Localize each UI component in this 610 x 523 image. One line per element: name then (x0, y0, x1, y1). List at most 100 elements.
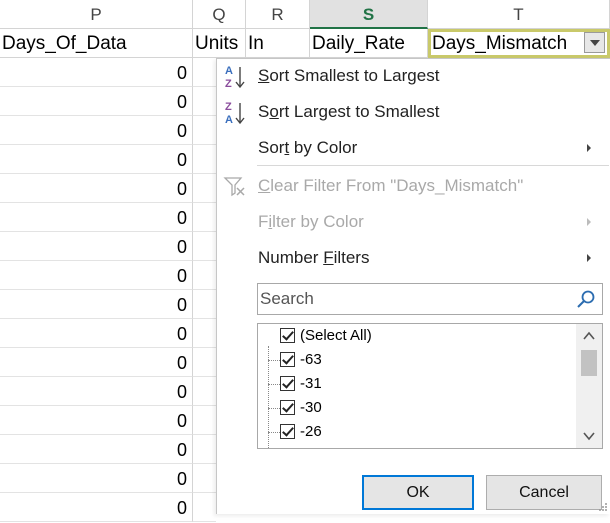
submenu-arrow-icon (587, 144, 591, 152)
checkbox-checked[interactable] (280, 328, 295, 343)
checkbox-checked[interactable] (280, 424, 295, 439)
sort-asc-icon-a: A (225, 65, 233, 77)
cell-header-days-of-data[interactable]: Days_Of_Data (0, 29, 193, 58)
table-row: 0 (0, 58, 216, 87)
checkbox-checked[interactable] (280, 352, 295, 367)
search-box (257, 283, 603, 315)
cell-days-of-data[interactable]: 0 (0, 464, 193, 493)
checkbox-checked[interactable] (280, 376, 295, 391)
cell-header-days-mismatch[interactable]: Days_Mismatch (428, 29, 610, 58)
cell-days-of-data[interactable]: 0 (0, 319, 193, 348)
cell-header-units[interactable]: Units (193, 29, 246, 58)
cell-units[interactable] (193, 377, 216, 406)
sort-descending-icon: Z A (225, 101, 245, 126)
checkbox-checked[interactable] (280, 400, 295, 415)
cell-units[interactable] (193, 116, 216, 145)
menu-label-part: lear Filter From "Days_Mismatch" (270, 176, 524, 195)
tree-line (268, 384, 280, 385)
menu-item-number-filters[interactable]: Number Filters (217, 241, 610, 275)
list-item-label: -63 (300, 351, 322, 368)
cell-days-of-data[interactable]: 0 (0, 290, 193, 319)
column-header-q[interactable]: Q (193, 0, 246, 29)
table-row: 0 (0, 319, 216, 348)
cell-units[interactable] (193, 145, 216, 174)
menu-label-part: rt Largest to Smallest (278, 102, 440, 121)
column-header-t[interactable]: T (428, 0, 610, 29)
cell-units[interactable] (193, 261, 216, 290)
cell-days-of-data[interactable]: 0 (0, 348, 193, 377)
table-row: 0 (0, 493, 216, 522)
table-row: 0 (0, 116, 216, 145)
menu-item-clear-filter[interactable]: Clear Filter From "Days_Mismatch" (217, 169, 610, 203)
cell-days-of-data[interactable]: 0 (0, 406, 193, 435)
cell-days-of-data[interactable]: 0 (0, 58, 193, 87)
cell-days-of-data[interactable]: 0 (0, 232, 193, 261)
menu-label-part: lter by Color (272, 212, 364, 231)
cell-units[interactable] (193, 493, 216, 522)
cell-days-of-data[interactable]: 0 (0, 145, 193, 174)
cell-header-in[interactable]: In (246, 29, 310, 58)
cell-days-of-data[interactable]: 0 (0, 435, 193, 464)
chevron-up-icon[interactable] (576, 326, 602, 346)
menu-item-sort-by-color[interactable]: Sort by Color (217, 131, 610, 165)
table-row: 0 (0, 464, 216, 493)
list-item-select-all[interactable]: (Select All) (258, 324, 574, 348)
menu-label-part: F (258, 212, 269, 231)
tree-line (268, 432, 280, 433)
list-item[interactable]: -63 (258, 348, 574, 372)
menu-label-accel: S (258, 66, 270, 85)
menu-item-sort-ascending[interactable]: A Z Sort Smallest to Largest (217, 59, 610, 93)
cell-units[interactable] (193, 348, 216, 377)
list-item-label: (Select All) (300, 327, 372, 344)
menu-label-accel: o (269, 102, 279, 121)
cell-units[interactable] (193, 290, 216, 319)
cell-days-of-data[interactable]: 0 (0, 203, 193, 232)
sort-desc-icon-z: Z (225, 101, 232, 113)
cancel-button[interactable]: Cancel (486, 475, 602, 510)
table-row: 0 (0, 174, 216, 203)
cell-days-of-data[interactable]: 0 (0, 261, 193, 290)
column-header-s[interactable]: S (310, 0, 428, 29)
cell-units[interactable] (193, 58, 216, 87)
menu-label-part: ilters (333, 248, 370, 267)
cell-units[interactable] (193, 87, 216, 116)
cell-days-of-data[interactable]: 0 (0, 493, 193, 522)
cell-units[interactable] (193, 174, 216, 203)
list-item[interactable]: -30 (258, 396, 574, 420)
table-row: 0 (0, 435, 216, 464)
cell-units[interactable] (193, 406, 216, 435)
column-header-r[interactable]: R (246, 0, 310, 29)
sort-desc-icon-a: A (225, 114, 233, 126)
tree-line (268, 360, 280, 361)
list-item[interactable]: -26 (258, 420, 574, 444)
menu-item-sort-descending[interactable]: Z A Sort Largest to Smallest (217, 95, 610, 129)
list-scrollbar[interactable] (576, 324, 602, 448)
list-item[interactable]: -31 (258, 372, 574, 396)
menu-label-part: Sor (258, 138, 285, 157)
cell-days-of-data[interactable]: 0 (0, 377, 193, 406)
column-header-p[interactable]: P (0, 0, 193, 29)
scrollbar-thumb[interactable] (581, 350, 597, 376)
cell-days-of-data[interactable]: 0 (0, 116, 193, 145)
resize-grip-icon[interactable] (598, 502, 608, 512)
chevron-down-icon[interactable] (576, 426, 602, 446)
cell-units[interactable] (193, 203, 216, 232)
search-input[interactable] (258, 284, 568, 314)
submenu-arrow-icon (587, 218, 591, 226)
table-row: 0 (0, 348, 216, 377)
menu-item-filter-by-color[interactable]: Filter by Color (217, 205, 610, 239)
ok-button[interactable]: OK (362, 475, 474, 510)
search-icon[interactable] (576, 289, 596, 309)
cell-units[interactable] (193, 464, 216, 493)
filter-dropdown-button[interactable] (584, 32, 605, 53)
table-row: 0 (0, 377, 216, 406)
cell-units[interactable] (193, 435, 216, 464)
list-item-label: -31 (300, 375, 322, 392)
filter-values-list: (Select All) -63 -31 -30 -26 (257, 323, 603, 449)
cell-units[interactable] (193, 232, 216, 261)
cell-header-daily-rate[interactable]: Daily_Rate (310, 29, 428, 58)
table-row: 0 (0, 261, 216, 290)
cell-days-of-data[interactable]: 0 (0, 174, 193, 203)
cell-days-of-data[interactable]: 0 (0, 87, 193, 116)
cell-units[interactable] (193, 319, 216, 348)
